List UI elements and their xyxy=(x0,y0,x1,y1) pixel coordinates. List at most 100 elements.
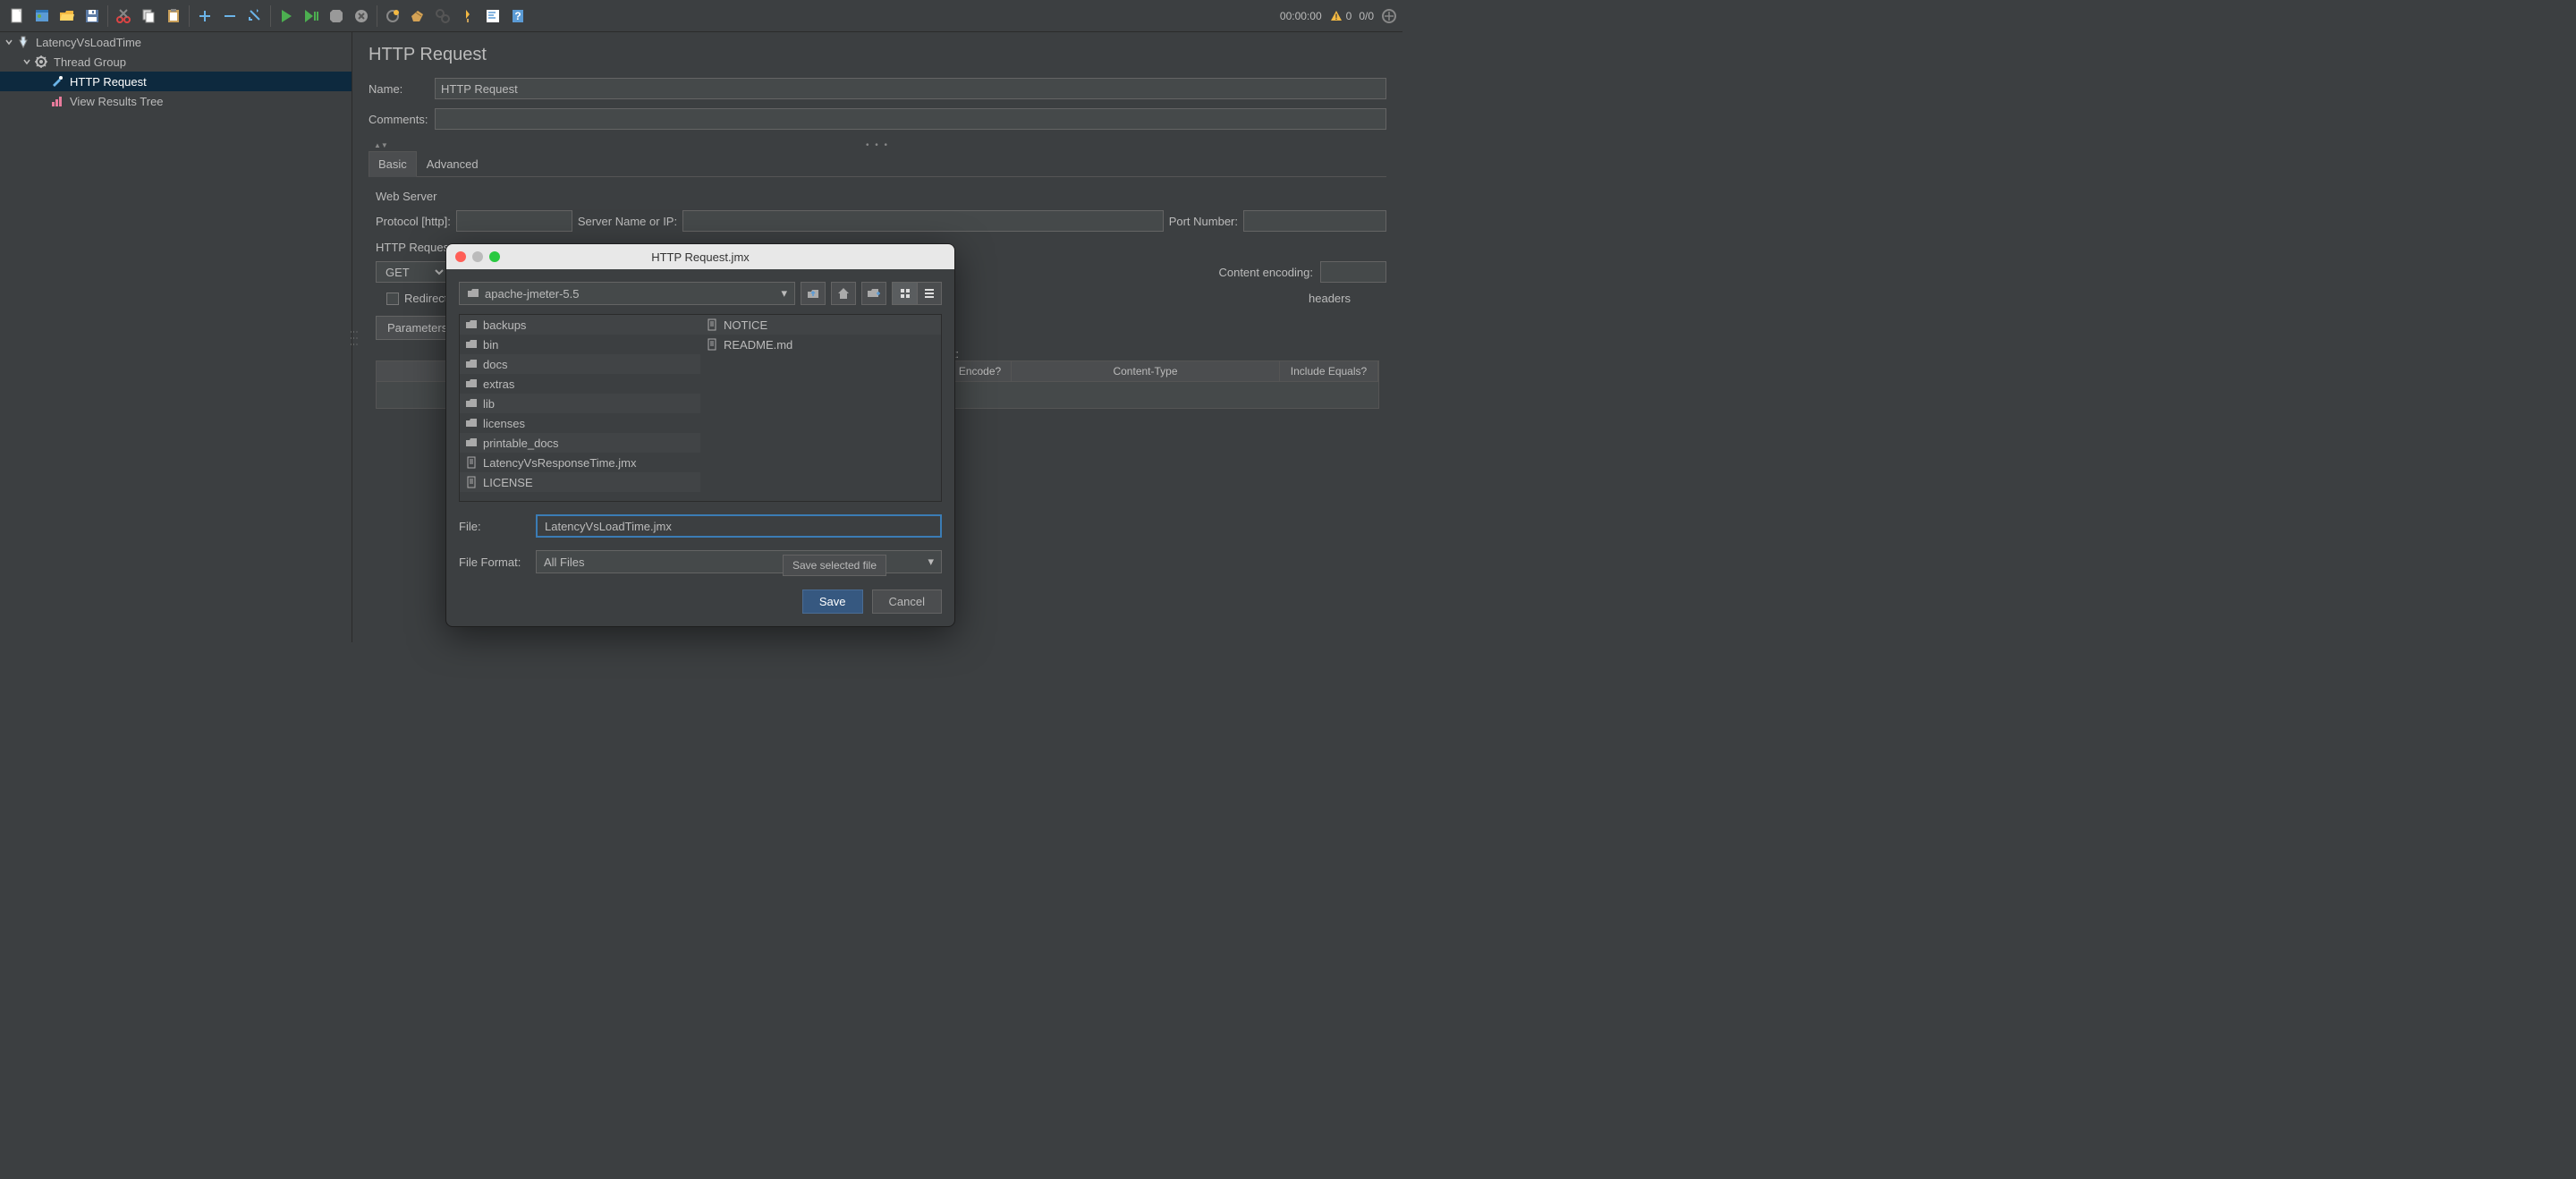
file-row[interactable]: docs xyxy=(460,354,700,374)
tooltip: Save selected file xyxy=(783,555,886,576)
clear-all-icon[interactable] xyxy=(406,4,429,28)
file-name: bin xyxy=(483,338,498,352)
resize-icon[interactable] xyxy=(1381,8,1397,24)
stop-icon[interactable] xyxy=(325,4,348,28)
sampler-icon xyxy=(50,74,64,89)
file-name: backups xyxy=(483,318,526,332)
file-row[interactable]: backups xyxy=(460,315,700,335)
testplan-icon xyxy=(16,35,30,49)
tabs: Basic Advanced xyxy=(369,151,1386,177)
name-label: Name: xyxy=(369,82,435,96)
up-folder-button[interactable] xyxy=(801,282,826,305)
new-folder-button[interactable] xyxy=(861,282,886,305)
open-icon[interactable] xyxy=(55,4,79,28)
tree-panel: LatencyVsLoadTime Thread Group HTTP Requ… xyxy=(0,32,352,642)
file-name: extras xyxy=(483,377,514,391)
expand-icon[interactable] xyxy=(193,4,216,28)
file-row[interactable]: NOTICE xyxy=(700,315,941,335)
svg-text:!: ! xyxy=(1335,13,1337,21)
tree-root[interactable]: LatencyVsLoadTime xyxy=(0,32,352,52)
port-label: Port Number: xyxy=(1169,215,1238,228)
collapse-bar[interactable]: ▲▼ • • • xyxy=(369,139,1386,151)
file-row[interactable]: README.md xyxy=(700,335,941,354)
start-icon[interactable] xyxy=(275,4,298,28)
redirect-checkbox[interactable] xyxy=(386,293,399,305)
tab-basic[interactable]: Basic xyxy=(369,151,417,177)
save-icon[interactable] xyxy=(80,4,104,28)
search-icon[interactable] xyxy=(431,4,454,28)
save-button[interactable]: Save xyxy=(802,590,863,614)
file-row[interactable]: LatencyVsResponseTime.jmx xyxy=(460,453,700,472)
function-icon[interactable] xyxy=(481,4,504,28)
server-input[interactable] xyxy=(682,210,1164,232)
file-row[interactable]: bin xyxy=(460,335,700,354)
file-label: File: xyxy=(459,520,527,533)
tree-thread-group[interactable]: Thread Group xyxy=(0,52,352,72)
tab-advanced[interactable]: Advanced xyxy=(417,151,488,176)
maximize-icon[interactable] xyxy=(489,251,500,262)
cut-icon[interactable] xyxy=(112,4,135,28)
dialog-title: HTTP Request.jmx xyxy=(651,250,750,264)
file-name: printable_docs xyxy=(483,437,559,450)
file-list: backups bin docs extras lib licenses printable… xyxy=(459,314,942,502)
file-row[interactable]: lib xyxy=(460,394,700,413)
file-row[interactable]: printable_docs xyxy=(460,433,700,453)
chevron-down-icon: ▾ xyxy=(928,555,934,569)
tree-http-request[interactable]: HTTP Request xyxy=(0,72,352,91)
file-name: licenses xyxy=(483,417,525,430)
port-input[interactable] xyxy=(1243,210,1386,232)
results-icon xyxy=(50,94,64,108)
server-label: Server Name or IP: xyxy=(578,215,677,228)
file-row[interactable]: extras xyxy=(460,374,700,394)
protocol-input[interactable] xyxy=(456,210,572,232)
directory-select[interactable]: apache-jmeter-5.5 ▾ xyxy=(459,282,795,305)
reset-search-icon[interactable] xyxy=(456,4,479,28)
timer-label: 00:00:00 xyxy=(1280,10,1322,22)
gear-icon xyxy=(34,55,48,69)
splitter-grip-icon[interactable]: ⋮⋮⋮ xyxy=(350,328,359,347)
file-row[interactable]: licenses xyxy=(460,413,700,433)
file-name: README.md xyxy=(724,338,792,352)
help-icon[interactable]: ? xyxy=(506,4,530,28)
close-icon[interactable] xyxy=(455,251,466,262)
collapse-icon[interactable] xyxy=(218,4,242,28)
warning-badge[interactable]: ! 0 xyxy=(1329,9,1352,23)
start-no-pause-icon[interactable] xyxy=(300,4,323,28)
headers-partial-label: headers xyxy=(1309,292,1351,305)
comments-input[interactable] xyxy=(435,108,1386,130)
new-icon[interactable] xyxy=(5,4,29,28)
filename-input[interactable] xyxy=(536,514,942,538)
tree-view-results[interactable]: View Results Tree xyxy=(0,91,352,111)
tree-root-label: LatencyVsLoadTime xyxy=(36,36,141,49)
name-input[interactable] xyxy=(435,78,1386,99)
grid-view-button[interactable] xyxy=(892,282,917,305)
copy-icon[interactable] xyxy=(137,4,160,28)
page-title: HTTP Request xyxy=(369,45,1386,65)
toggle-icon[interactable] xyxy=(243,4,267,28)
home-button[interactable] xyxy=(831,282,856,305)
shutdown-icon[interactable] xyxy=(350,4,373,28)
file-row[interactable]: LICENSE xyxy=(460,472,700,492)
th-content-type[interactable]: Content-Type xyxy=(1012,361,1280,381)
format-label: File Format: xyxy=(459,556,527,569)
dialog-titlebar[interactable]: HTTP Request.jmx xyxy=(446,244,954,269)
file-name: docs xyxy=(483,358,507,371)
cancel-button[interactable]: Cancel xyxy=(872,590,942,614)
warning-icon: ! xyxy=(1329,9,1343,23)
redirect-label: Redirect Automatically xyxy=(404,292,449,305)
clear-icon[interactable] xyxy=(381,4,404,28)
th-encode[interactable]: Encode? xyxy=(949,361,1012,381)
file-name: lib xyxy=(483,397,495,411)
paste-icon[interactable] xyxy=(162,4,185,28)
list-view-button[interactable] xyxy=(917,282,942,305)
minimize-icon xyxy=(472,251,483,262)
protocol-label: Protocol [http]: xyxy=(376,215,451,228)
templates-icon[interactable] xyxy=(30,4,54,28)
content-encoding-label: Content encoding: xyxy=(1218,266,1313,279)
method-select[interactable]: GET xyxy=(376,261,447,283)
content-encoding-input[interactable] xyxy=(1320,261,1386,283)
tree-thread-group-label: Thread Group xyxy=(54,55,126,69)
svg-text:?: ? xyxy=(514,10,521,22)
file-name: LICENSE xyxy=(483,476,533,489)
th-include-equals[interactable]: Include Equals? xyxy=(1280,361,1378,381)
